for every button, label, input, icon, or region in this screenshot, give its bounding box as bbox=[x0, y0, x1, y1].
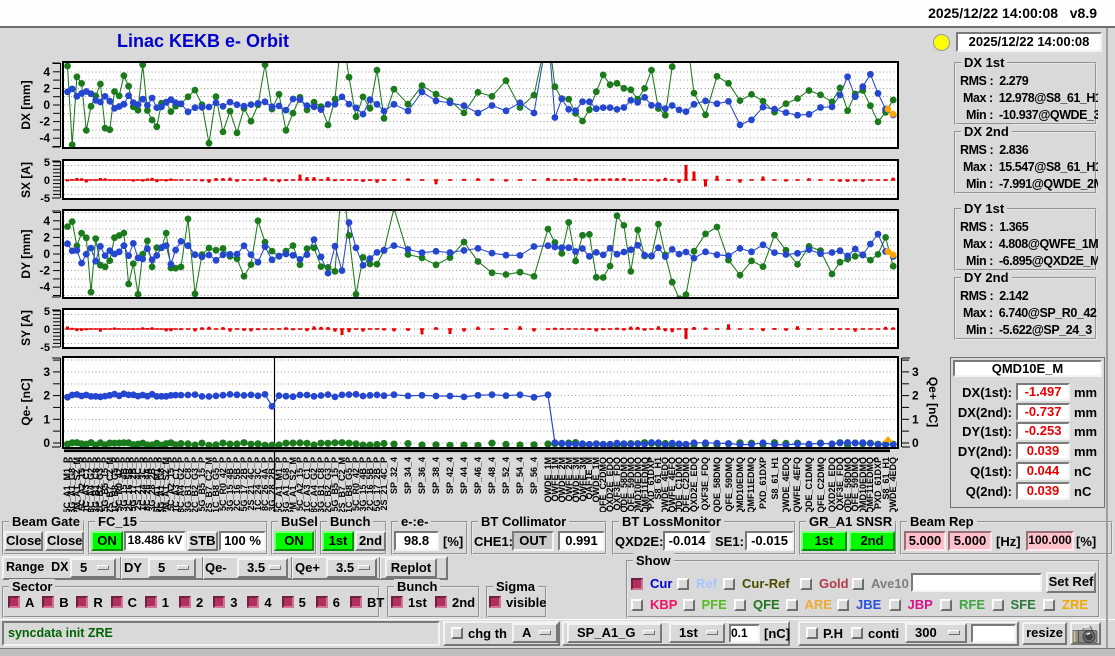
svg-text:1: 1 bbox=[912, 412, 919, 426]
svg-text:-4: -4 bbox=[39, 131, 50, 145]
svg-text:0: 0 bbox=[44, 175, 50, 187]
svg-text:QWFE_4EFQ: QWFE_4EFQ bbox=[792, 457, 802, 513]
svg-text:0: 0 bbox=[912, 436, 919, 450]
svg-text:2: 2 bbox=[43, 81, 50, 95]
svg-text:QXD2E_EDQ: QXD2E_EDQ bbox=[689, 457, 699, 512]
svg-text:SP_46_4: SP_46_4 bbox=[473, 457, 483, 494]
svg-text:SP_42_4: SP_42_4 bbox=[445, 457, 455, 494]
svg-text:QWDE_4EDQ: QWDE_4EDQ bbox=[888, 457, 898, 515]
svg-text:-5: -5 bbox=[40, 193, 50, 205]
svg-text:5: 5 bbox=[44, 157, 50, 169]
svg-text:SP_34_4: SP_34_4 bbox=[403, 457, 413, 494]
svg-text:2: 2 bbox=[43, 230, 50, 244]
svg-text:Qe+ [nC]: Qe+ [nC] bbox=[926, 377, 940, 427]
svg-text:SP_54_4: SP_54_4 bbox=[515, 457, 525, 494]
svg-text:-4: -4 bbox=[39, 280, 50, 294]
svg-text:1: 1 bbox=[43, 412, 50, 426]
svg-text:SY [A]: SY [A] bbox=[19, 310, 33, 346]
svg-text:DX [mm]: DX [mm] bbox=[19, 80, 33, 129]
svg-text:Qe- [nC]: Qe- [nC] bbox=[19, 378, 33, 425]
svg-text:SP_56_4: SP_56_4 bbox=[529, 457, 539, 494]
svg-text:QFE_59DMQ: QFE_59DMQ bbox=[724, 457, 734, 512]
svg-text:4: 4 bbox=[43, 214, 50, 228]
svg-text:0: 0 bbox=[43, 98, 50, 112]
svg-text:SP_38_4: SP_38_4 bbox=[431, 457, 441, 494]
svg-text:0: 0 bbox=[43, 436, 50, 450]
svg-text:QFE_C2DMQ: QFE_C2DMQ bbox=[816, 457, 826, 513]
svg-text:QDE_C1DMQ: QDE_C1DMQ bbox=[804, 457, 814, 514]
svg-text:SP_48_4: SP_48_4 bbox=[487, 457, 497, 494]
svg-text:S8_61_H1: S8_61_H1 bbox=[770, 457, 780, 500]
svg-text:SP_32_4: SP_32_4 bbox=[389, 457, 399, 494]
svg-text:PXD_61DXP: PXD_61DXP bbox=[758, 457, 768, 509]
svg-text:-5: -5 bbox=[40, 342, 50, 354]
svg-text:SX [A]: SX [A] bbox=[19, 162, 33, 198]
svg-text:0: 0 bbox=[44, 324, 50, 336]
svg-text:QMD10EDMQ: QMD10EDMQ bbox=[735, 457, 745, 515]
svg-text:QWDE_4EDQ: QWDE_4EDQ bbox=[781, 457, 791, 515]
svg-text:0: 0 bbox=[43, 247, 50, 261]
svg-text:DY [mm]: DY [mm] bbox=[19, 229, 33, 278]
svg-text:SP_44_4: SP_44_4 bbox=[459, 457, 469, 494]
svg-text:-2: -2 bbox=[39, 115, 50, 129]
svg-text:2: 2 bbox=[912, 389, 919, 403]
svg-text:2S_21_4C_P: 2S_21_4C_P bbox=[379, 457, 389, 511]
svg-text:SP_52_4: SP_52_4 bbox=[501, 457, 511, 494]
svg-text:3: 3 bbox=[912, 365, 919, 379]
svg-text:QMF11EDMQ: QMF11EDMQ bbox=[746, 457, 756, 514]
svg-text:QDE_58DMQ: QDE_58DMQ bbox=[712, 457, 722, 513]
svg-text:-2: -2 bbox=[39, 264, 50, 278]
svg-text:2: 2 bbox=[43, 389, 50, 403]
svg-text:SP_36_4: SP_36_4 bbox=[417, 457, 427, 494]
svg-text:5: 5 bbox=[44, 306, 50, 318]
svg-text:QXF3E_FDQ: QXF3E_FDQ bbox=[700, 457, 710, 511]
svg-text:3: 3 bbox=[43, 365, 50, 379]
svg-text:4: 4 bbox=[43, 65, 50, 79]
